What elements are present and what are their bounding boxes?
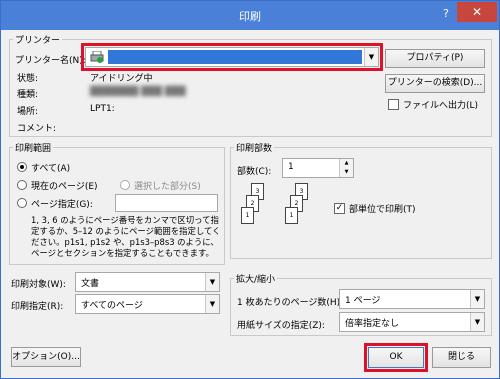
pages-input[interactable] <box>115 194 218 212</box>
range-selection-radio <box>120 180 130 190</box>
range-pages-label[interactable]: ページ指定(G): <box>31 197 93 210</box>
title-bar: 印刷 ? ✕ <box>1 1 499 30</box>
collate-label[interactable]: 部単位で印刷(T) <box>349 202 416 215</box>
print-scope-select[interactable]: すべてのページ ▼ <box>75 294 220 314</box>
printer-select-value <box>108 50 362 64</box>
range-help-line: ページとセクションを指定することもできます。 <box>31 248 214 258</box>
range-pages-radio[interactable] <box>17 198 27 208</box>
status-value: アイドリング中 <box>90 74 153 84</box>
find-printer-button[interactable]: プリンターの検索(D)... <box>385 74 485 93</box>
options-button[interactable]: オプション(O)... <box>11 347 81 367</box>
collate-sheet: 1 <box>241 207 254 224</box>
range-all-radio[interactable] <box>17 162 27 172</box>
copies-group-label: 印刷部数 <box>234 141 275 154</box>
range-current-label[interactable]: 現在のページ(E) <box>31 179 98 192</box>
print-what-value: 文書 <box>81 279 100 289</box>
printer-icon <box>90 50 104 63</box>
ok-button[interactable]: OK <box>368 347 424 368</box>
print-what-label: 印刷対象(W): <box>11 280 66 290</box>
copies-value: 1 <box>288 162 294 172</box>
printer-group-label: プリンター <box>13 33 63 46</box>
printer-name-label: プリンター名(N): <box>15 56 86 66</box>
print-dialog: 印刷 ? ✕ プリンター プリンター名(N): ▼ プロパティ(P) 状態: ア… <box>0 0 500 379</box>
chevron-down-icon[interactable]: ▼ <box>470 313 484 331</box>
page-range-label: 印刷範囲 <box>13 141 54 154</box>
properties-button[interactable]: プロパティ(P) <box>385 49 485 68</box>
range-all-label[interactable]: すべて(A) <box>31 161 70 174</box>
range-help-line: 1, 3, 6 のようにページ番号をカンマで区切って指 <box>31 215 219 225</box>
printer-select[interactable]: ▼ <box>85 47 379 67</box>
close-button[interactable]: 閉じる <box>432 347 491 368</box>
range-current-radio[interactable] <box>17 180 27 190</box>
status-label: 状態: <box>17 74 39 84</box>
comment-label: コメント: <box>17 124 57 134</box>
collate-checkbox[interactable]: ✓ <box>334 203 345 214</box>
location-value: LPT1: <box>90 104 115 114</box>
chevron-down-icon[interactable]: ▼ <box>470 290 484 308</box>
chevron-down-icon[interactable]: ▼ <box>205 273 219 291</box>
close-window-button[interactable]: ✕ <box>457 2 497 22</box>
print-to-file-label[interactable]: ファイルへ出力(L) <box>403 98 478 111</box>
collate-sheet: 1 <box>285 207 298 224</box>
type-label: 種類: <box>17 90 39 100</box>
chevron-down-icon[interactable]: ▼ <box>205 295 219 313</box>
scale-select[interactable]: 倍率指定なし ▼ <box>339 312 485 332</box>
location-label: 場所: <box>17 107 39 117</box>
type-value: ███████ ███ ███ <box>90 87 186 97</box>
range-help-text: 1, 3, 6 のようにページ番号をカンマで区切って指 定するか、5–12 のよ… <box>31 215 221 259</box>
print-what-select[interactable]: 文書 ▼ <box>75 272 220 292</box>
help-icon[interactable]: ? <box>439 7 453 21</box>
copies-label: 部数(C): <box>237 167 272 177</box>
window-title: 印刷 <box>239 10 261 23</box>
print-scope-label: 印刷指定(R): <box>11 302 64 312</box>
range-help-line: 定するか、5–12 のようにページ範囲を指定してく <box>31 226 221 236</box>
copies-input[interactable]: 1 ▲ ▼ <box>282 158 354 178</box>
spinner-icon[interactable]: ▲ ▼ <box>339 159 353 177</box>
print-to-file-checkbox[interactable] <box>388 99 399 110</box>
pages-per-sheet-value: 1 ページ <box>345 296 381 306</box>
print-scope-value: すべてのページ <box>81 301 143 311</box>
pages-per-sheet-select[interactable]: 1 ページ ▼ <box>339 289 485 309</box>
scale-label: 用紙サイズの指定(Z): <box>237 321 325 331</box>
chevron-down-icon[interactable]: ▼ <box>364 48 378 66</box>
range-help-line: ださい。p1s1, p1s2 や、p1s3–p8s3 のように、 <box>31 237 219 247</box>
scale-value: 倍率指定なし <box>345 319 400 329</box>
range-selection-label: 選択した部分(S) <box>134 182 201 192</box>
pages-per-sheet-label: 1 枚あたりのページ数(H): <box>237 298 344 308</box>
zoom-group-label: 拡大/縮小 <box>234 272 278 285</box>
